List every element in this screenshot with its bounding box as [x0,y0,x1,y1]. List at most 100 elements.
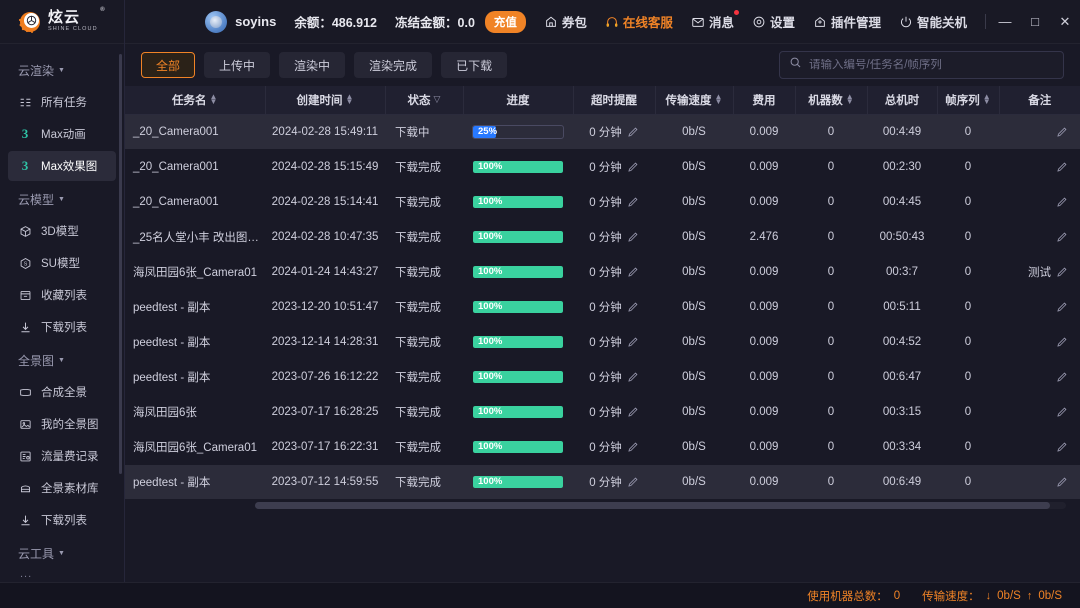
edit-timeout-icon[interactable] [627,406,639,418]
edit-timeout-icon[interactable] [627,161,639,173]
edit-timeout-icon[interactable] [627,126,639,138]
sort-icon[interactable]: ▲ ▼ [983,92,991,105]
table-row[interactable]: 海凤田园6张_Camera01 2023-07-17 16:22:31 下载完成 10… [125,429,1080,464]
sidebar-group-cloud-render[interactable]: 云渲染 ▼ [0,54,124,85]
task-table: 任务名 ▲ ▼ 创建时间 ▲ ▼ 状态 ▽ 进度 超时提醒 传输速度 ▲ ▼ 费… [125,86,1080,500]
cell-machine-count: 0 [827,475,835,488]
edit-remark-icon[interactable] [1056,441,1068,453]
tab-rendering[interactable]: 渲染中 [279,52,346,78]
edit-remark-icon[interactable] [1056,196,1068,208]
download-speed-value: 0b/S [997,589,1021,602]
sidebar-item-max-animation[interactable]: 3 Max动画 [8,119,116,149]
edit-remark-icon[interactable] [1056,266,1068,278]
sidebar-item-favorites[interactable]: 收藏列表 [8,280,116,310]
cell-task-name: peedtest - 副本 [133,301,211,314]
sidebar-item-panorama-library[interactable]: 全景素材库 [8,473,116,503]
sidebar-item-su-model[interactable]: S SU模型 [8,248,116,278]
sidebar-scrollbar[interactable] [119,54,122,474]
tab-downloaded[interactable]: 已下载 [441,52,508,78]
sidebar-item-traffic-fee-record[interactable]: 流量费记录 [8,441,116,471]
edit-remark-icon[interactable] [1056,371,1068,383]
table-horizontal-scroll[interactable] [125,499,1080,512]
sidebar-item-all-tasks[interactable]: 所有任务 [8,87,116,117]
sidebar-item-label: SU模型 [41,258,80,270]
cell-total-machine-hours: 00:3:7 [886,265,918,278]
scrollbar-thumb[interactable] [255,502,1050,509]
table-row[interactable]: _20_Camera001 2024-02-28 15:49:11 下载中 25% 0 … [125,114,1080,149]
cell-frame-sequence: 0 [964,300,972,313]
close-button[interactable]: ✕ [1050,0,1080,44]
edit-timeout-icon[interactable] [627,231,639,243]
user-account[interactable]: soyins [205,10,276,33]
column-header-machine-count[interactable]: 机器数 ▲ ▼ [795,86,868,115]
sidebar-item-compose-panorama[interactable]: 合成全景 [8,377,116,407]
sidebar-item-download-list-model[interactable]: 下载列表 [8,312,116,342]
cell-task-name: peedtest - 副本 [133,371,211,384]
table-row[interactable]: peedtest - 副本 2023-07-26 16:12:22 下载完成 100%… [125,359,1080,394]
edit-remark-icon[interactable] [1056,161,1068,173]
edit-remark-icon[interactable] [1056,231,1068,243]
edit-remark-icon[interactable] [1056,406,1068,418]
column-header-task-name[interactable]: 任务名 ▲ ▼ [125,86,266,115]
edit-timeout-icon[interactable] [627,441,639,453]
table-row[interactable]: peedtest - 副本 2023-07-12 14:59:55 下载完成 100%… [125,464,1080,499]
tab-render-complete[interactable]: 渲染完成 [354,52,433,78]
tab-all[interactable]: 全部 [141,52,196,78]
sidebar-item-max-render[interactable]: 3 Max效果图 [8,151,116,181]
edit-remark-icon[interactable] [1056,476,1068,488]
receipt-icon [18,449,32,463]
maximize-button[interactable]: □ [1020,0,1050,44]
coupon-package-button[interactable]: 券包 [544,12,587,31]
table-row[interactable]: _20_Camera001 2024-02-28 15:14:41 下载完成 100%… [125,184,1080,219]
edit-remark-icon[interactable] [1056,336,1068,348]
filter-icon[interactable]: ▽ [434,94,441,105]
recharge-button[interactable]: 充值 [484,10,526,33]
progress-bar: 100% [472,265,564,279]
search-input[interactable] [809,59,1054,71]
sort-icon[interactable]: ▲ ▼ [346,92,354,105]
sidebar-group-panorama[interactable]: 全景图 ▼ [0,344,124,375]
sort-icon[interactable]: ▲ ▼ [715,92,723,105]
edit-timeout-icon[interactable] [627,336,639,348]
sidebar-item-label: 我的全景图 [41,419,99,431]
sidebar-group-cloud-model[interactable]: 云模型 ▼ [0,183,124,214]
column-header-status[interactable]: 状态 ▽ [385,86,464,115]
cell-total-machine-hours: 00:6:49 [882,475,922,488]
remark-value: 测试 [1028,266,1051,279]
table-row[interactable]: _20_Camera001 2024-02-28 15:15:49 下载完成 100%… [125,149,1080,184]
table-row[interactable]: _25名人堂小丰 改出图包_... 2024-02-28 10:47:35 下载完成… [125,219,1080,254]
edit-timeout-icon[interactable] [627,266,639,278]
column-header-created-time[interactable]: 创建时间 ▲ ▼ [265,86,386,115]
scrollbar-track[interactable] [255,502,1066,509]
edit-timeout-icon[interactable] [627,476,639,488]
sort-icon[interactable]: ▲ ▼ [846,92,854,105]
online-support-button[interactable]: 在线客服 [605,12,673,31]
sidebar-item-download-list-panorama[interactable]: 下载列表 [8,505,116,535]
settings-button[interactable]: 设置 [752,12,795,31]
sidebar-group-cloud-tools[interactable]: 云工具 ▼ [0,537,124,568]
column-header-transfer-speed[interactable]: 传输速度 ▲ ▼ [655,86,734,115]
tab-uploading[interactable]: 上传中 [204,52,271,78]
smart-shutdown-button[interactable]: 智能关机 [899,12,967,31]
cell-total-machine-hours: 00:2:30 [882,160,922,173]
messages-button[interactable]: 消息 [691,10,739,31]
column-header-frame-sequence[interactable]: 帧序列 ▲ ▼ [937,86,1000,115]
sidebar-item-3d-model[interactable]: 3D模型 [8,216,116,246]
search-box[interactable] [779,51,1064,79]
sort-icon[interactable]: ▲ ▼ [210,92,218,105]
edit-remark-icon[interactable] [1056,126,1068,138]
plugin-manager-button[interactable]: 插件管理 [813,12,881,31]
minimize-button[interactable]: — [990,0,1020,44]
edit-timeout-icon[interactable] [627,371,639,383]
sidebar-item-my-panorama[interactable]: 我的全景图 [8,409,116,439]
edit-remark-icon[interactable] [1056,301,1068,313]
cell-frame-sequence: 0 [964,335,972,348]
table-row[interactable]: peedtest - 副本 2023-12-20 10:51:47 下载完成 100%… [125,289,1080,324]
table-row[interactable]: 海凤田园6张 2023-07-17 16:28:25 下载完成 100% 0 分钟 0b/… [125,394,1080,429]
edit-timeout-icon[interactable] [627,196,639,208]
table-row[interactable]: 海凤田园6张_Camera01 2024-01-24 14:43:27 下载完成 10… [125,254,1080,289]
transfer-speed-status: 传输速度： ↓ 0b/S ↑ 0b/S [922,588,1062,604]
cell-cost: 0.009 [749,475,779,488]
edit-timeout-icon[interactable] [627,301,639,313]
table-row[interactable]: peedtest - 副本 2023-12-14 14:28:31 下载完成 100%… [125,324,1080,359]
